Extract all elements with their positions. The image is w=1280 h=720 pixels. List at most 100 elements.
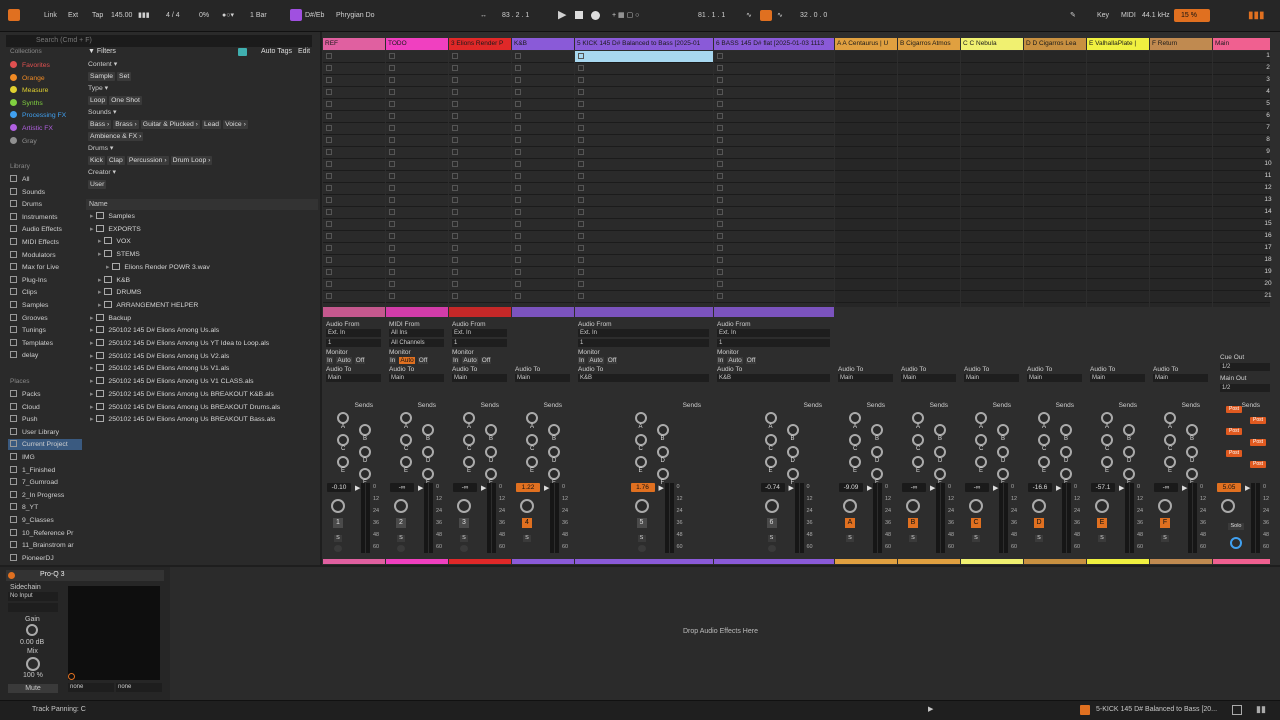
clip-stop-icon[interactable] xyxy=(515,221,521,227)
file-tree-item[interactable]: ▸ 250102 145 D# Elions Among Us V1 CLASS.… xyxy=(90,376,254,389)
file-tree-item[interactable]: ▸ 250102 145 D# Elions Among Us V2.als xyxy=(90,351,229,364)
clip-slot[interactable] xyxy=(512,207,574,219)
clip-stop-row[interactable] xyxy=(835,307,897,317)
clip-slot[interactable] xyxy=(1087,291,1149,303)
track-activator-button[interactable]: C xyxy=(971,518,981,528)
clip-slot[interactable] xyxy=(1087,75,1149,87)
clip-stop-icon[interactable] xyxy=(717,293,723,299)
clip-slot[interactable] xyxy=(961,171,1023,183)
clip-slot[interactable] xyxy=(961,111,1023,123)
file-tree-item[interactable]: ▸ Elions Render POWR 3.wav xyxy=(106,262,210,275)
input-channel-select[interactable]: 1 xyxy=(326,339,381,347)
send-knob[interactable] xyxy=(656,468,669,480)
clip-slot[interactable] xyxy=(961,231,1023,243)
solo-button[interactable]: S xyxy=(460,535,468,542)
clip-stop-icon[interactable] xyxy=(717,137,723,143)
gain-knob[interactable] xyxy=(26,624,38,636)
clip-slot[interactable] xyxy=(575,267,713,279)
clip-stop-icon[interactable] xyxy=(717,173,723,179)
scene-launch-number[interactable]: 12 xyxy=(1260,184,1276,191)
send-knob[interactable] xyxy=(849,456,861,468)
audio-to-select[interactable]: Main xyxy=(326,374,381,382)
monitor-off-button[interactable]: Off xyxy=(480,357,492,364)
monitor-auto-button[interactable]: Auto xyxy=(462,357,478,364)
clip-slot[interactable] xyxy=(898,291,960,303)
clip-stop-icon[interactable] xyxy=(515,233,521,239)
file-tree-item[interactable]: ▸ STEMS xyxy=(98,249,140,262)
filter-chip[interactable]: Guitar & Plucked › xyxy=(140,120,200,129)
clip-stop-icon[interactable] xyxy=(389,221,395,227)
places-item[interactable]: Current Project xyxy=(8,439,82,451)
clip-slot[interactable] xyxy=(575,99,713,111)
clip-slot[interactable] xyxy=(1024,159,1086,171)
clip-slot[interactable] xyxy=(1087,51,1149,63)
send-knob[interactable] xyxy=(1186,446,1198,458)
send-knob[interactable] xyxy=(934,468,946,480)
clip-slot[interactable] xyxy=(961,195,1023,207)
volume-field[interactable]: 5.05 xyxy=(1217,483,1241,492)
clip-slot[interactable] xyxy=(323,51,385,63)
monitor-in-button[interactable]: In xyxy=(452,357,460,364)
track-activator-button[interactable]: B xyxy=(908,518,918,528)
clip-stop-icon[interactable] xyxy=(717,65,723,71)
clip-slot[interactable] xyxy=(961,267,1023,279)
clip-stop-row[interactable] xyxy=(1087,307,1149,317)
clip-stop-icon[interactable] xyxy=(515,77,521,83)
clip-stop-icon[interactable] xyxy=(515,113,521,119)
clip-slot[interactable] xyxy=(449,195,511,207)
clip-slot[interactable] xyxy=(449,219,511,231)
clip-slot[interactable] xyxy=(714,147,834,159)
track-activator-button[interactable]: 6 xyxy=(766,518,777,528)
file-tree-item[interactable]: ▸ 250102 145 D# Elions Among Us BREAKOUT … xyxy=(90,402,280,415)
clip-slot[interactable] xyxy=(386,171,448,183)
expand-arrow-icon[interactable]: ▸ xyxy=(90,353,93,360)
scene-launch-number[interactable]: 16 xyxy=(1260,232,1276,239)
send-knob[interactable] xyxy=(548,424,560,436)
clip-slot[interactable] xyxy=(512,267,574,279)
send-knob[interactable] xyxy=(871,424,883,436)
places-item[interactable]: Packs xyxy=(10,389,41,400)
places-item[interactable]: IMG xyxy=(10,452,35,463)
clip-slot[interactable] xyxy=(714,267,834,279)
clip-slot[interactable] xyxy=(714,219,834,231)
clip-slot[interactable] xyxy=(575,243,713,255)
clip-stop-icon[interactable] xyxy=(452,257,458,263)
send-knob[interactable] xyxy=(656,446,669,458)
volume-field[interactable]: -∞ xyxy=(902,483,926,492)
clip-stop-icon[interactable] xyxy=(389,149,395,155)
clip-slot[interactable] xyxy=(1024,243,1086,255)
clip-slot[interactable] xyxy=(512,99,574,111)
name-column-header[interactable]: Name xyxy=(86,199,318,210)
clip-slot[interactable] xyxy=(512,63,574,75)
track-activator-button[interactable]: 4 xyxy=(522,518,532,528)
clip-slot[interactable] xyxy=(512,75,574,87)
clip-slot[interactable] xyxy=(1024,123,1086,135)
clip-stop-icon[interactable] xyxy=(452,233,458,239)
send-knob[interactable] xyxy=(526,412,538,424)
clip-slot[interactable] xyxy=(386,63,448,75)
expand-arrow-icon[interactable]: ▸ xyxy=(90,391,93,398)
clip-stop-icon[interactable] xyxy=(452,161,458,167)
clip-slot[interactable] xyxy=(449,279,511,291)
clip-stop-icon[interactable] xyxy=(717,53,723,59)
clip-slot[interactable] xyxy=(1150,75,1212,87)
clip-slot[interactable] xyxy=(1024,219,1086,231)
edit-button[interactable]: Edit xyxy=(298,48,310,55)
send-knob[interactable] xyxy=(1038,456,1050,468)
file-tree-item[interactable]: ▸ DRUMS xyxy=(98,287,141,300)
clip-slot[interactable] xyxy=(1024,147,1086,159)
clip-stop-icon[interactable] xyxy=(515,245,521,251)
clip-slot[interactable] xyxy=(1087,207,1149,219)
send-knob[interactable] xyxy=(997,424,1009,436)
clip-slot[interactable] xyxy=(1024,195,1086,207)
clip-slot[interactable] xyxy=(575,231,713,243)
input-channel-select[interactable]: 1 xyxy=(452,339,507,347)
fader-handle-icon[interactable]: ▶ xyxy=(1182,484,1187,492)
scene-launch-number[interactable]: 5 xyxy=(1260,100,1276,107)
send-knob[interactable] xyxy=(400,412,412,424)
clip-stop-icon[interactable] xyxy=(389,197,395,203)
clip-stop-icon[interactable] xyxy=(515,197,521,203)
clip-slot[interactable] xyxy=(898,51,960,63)
filter-chip[interactable]: Lead xyxy=(201,120,222,129)
send-knob[interactable] xyxy=(548,446,560,458)
